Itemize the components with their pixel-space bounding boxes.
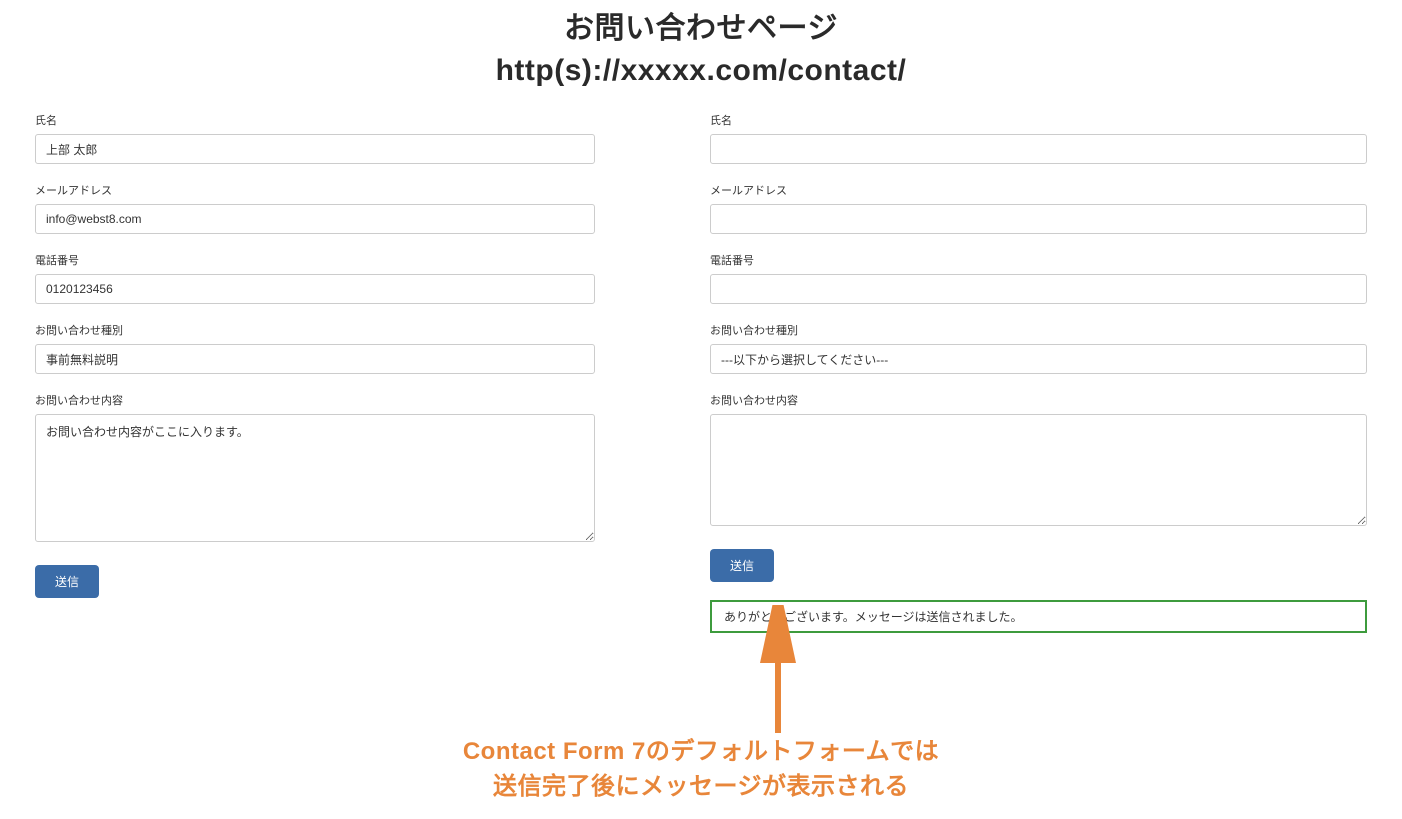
name-input[interactable]: [710, 134, 1367, 164]
name-label: 氏名: [710, 112, 1367, 128]
email-label: メールアドレス: [35, 182, 595, 198]
name-field: 氏名: [710, 112, 1367, 164]
inquiry-type-label: お問い合わせ種別: [35, 322, 595, 338]
title-line-1: お問い合わせページ: [564, 12, 838, 45]
inquiry-content-field: お問い合わせ内容: [35, 392, 595, 547]
forms-container: 氏名 メールアドレス 電話番号 お問い合わせ種別 お問い合わせ内容 送信 氏名 …: [0, 112, 1402, 633]
page-header: お問い合わせページ http(s)://xxxxx.com/contact/: [0, 0, 1402, 112]
inquiry-content-field: お問い合わせ内容: [710, 392, 1367, 531]
annotation-text: Contact Form 7のデフォルトフォームでは 送信完了後にメッセージが表…: [0, 735, 1402, 805]
email-field: メールアドレス: [35, 182, 595, 234]
name-label: 氏名: [35, 112, 595, 128]
email-label: メールアドレス: [710, 182, 1367, 198]
phone-input[interactable]: [710, 274, 1367, 304]
email-field: メールアドレス: [710, 182, 1367, 234]
inquiry-content-label: お問い合わせ内容: [710, 392, 1367, 408]
inquiry-content-label: お問い合わせ内容: [35, 392, 595, 408]
submit-button[interactable]: 送信: [35, 565, 99, 598]
inquiry-type-field: お問い合わせ種別 ---以下から選択してください---: [710, 322, 1367, 374]
inquiry-type-placeholder: ---以下から選択してください---: [721, 351, 888, 368]
inquiry-type-field: お問い合わせ種別: [35, 322, 595, 374]
inquiry-type-input[interactable]: [35, 344, 595, 374]
annotation-line-1: Contact Form 7のデフォルトフォームでは: [463, 738, 939, 765]
phone-field: 電話番号: [710, 252, 1367, 304]
phone-field: 電話番号: [35, 252, 595, 304]
success-message: ありがとうございます。メッセージは送信されました。: [710, 600, 1367, 633]
phone-label: 電話番号: [35, 252, 595, 268]
phone-input[interactable]: [35, 274, 595, 304]
email-input[interactable]: [35, 204, 595, 234]
annotation-line-2: 送信完了後にメッセージが表示される: [493, 773, 909, 800]
inquiry-content-textarea[interactable]: [710, 414, 1367, 526]
title-line-2: http(s)://xxxxx.com/contact/: [496, 54, 907, 87]
inquiry-content-textarea[interactable]: [35, 414, 595, 542]
page-title: お問い合わせページ http(s)://xxxxx.com/contact/: [0, 8, 1402, 92]
phone-label: 電話番号: [710, 252, 1367, 268]
submit-button[interactable]: 送信: [710, 549, 774, 582]
contact-form-filled: 氏名 メールアドレス 電話番号 お問い合わせ種別 お問い合わせ内容 送信: [35, 112, 595, 633]
email-input[interactable]: [710, 204, 1367, 234]
name-input[interactable]: [35, 134, 595, 164]
contact-form-submitted: 氏名 メールアドレス 電話番号 お問い合わせ種別 ---以下から選択してください…: [710, 112, 1367, 633]
inquiry-type-select[interactable]: ---以下から選択してください---: [710, 344, 1367, 374]
name-field: 氏名: [35, 112, 595, 164]
inquiry-type-label: お問い合わせ種別: [710, 322, 1367, 338]
